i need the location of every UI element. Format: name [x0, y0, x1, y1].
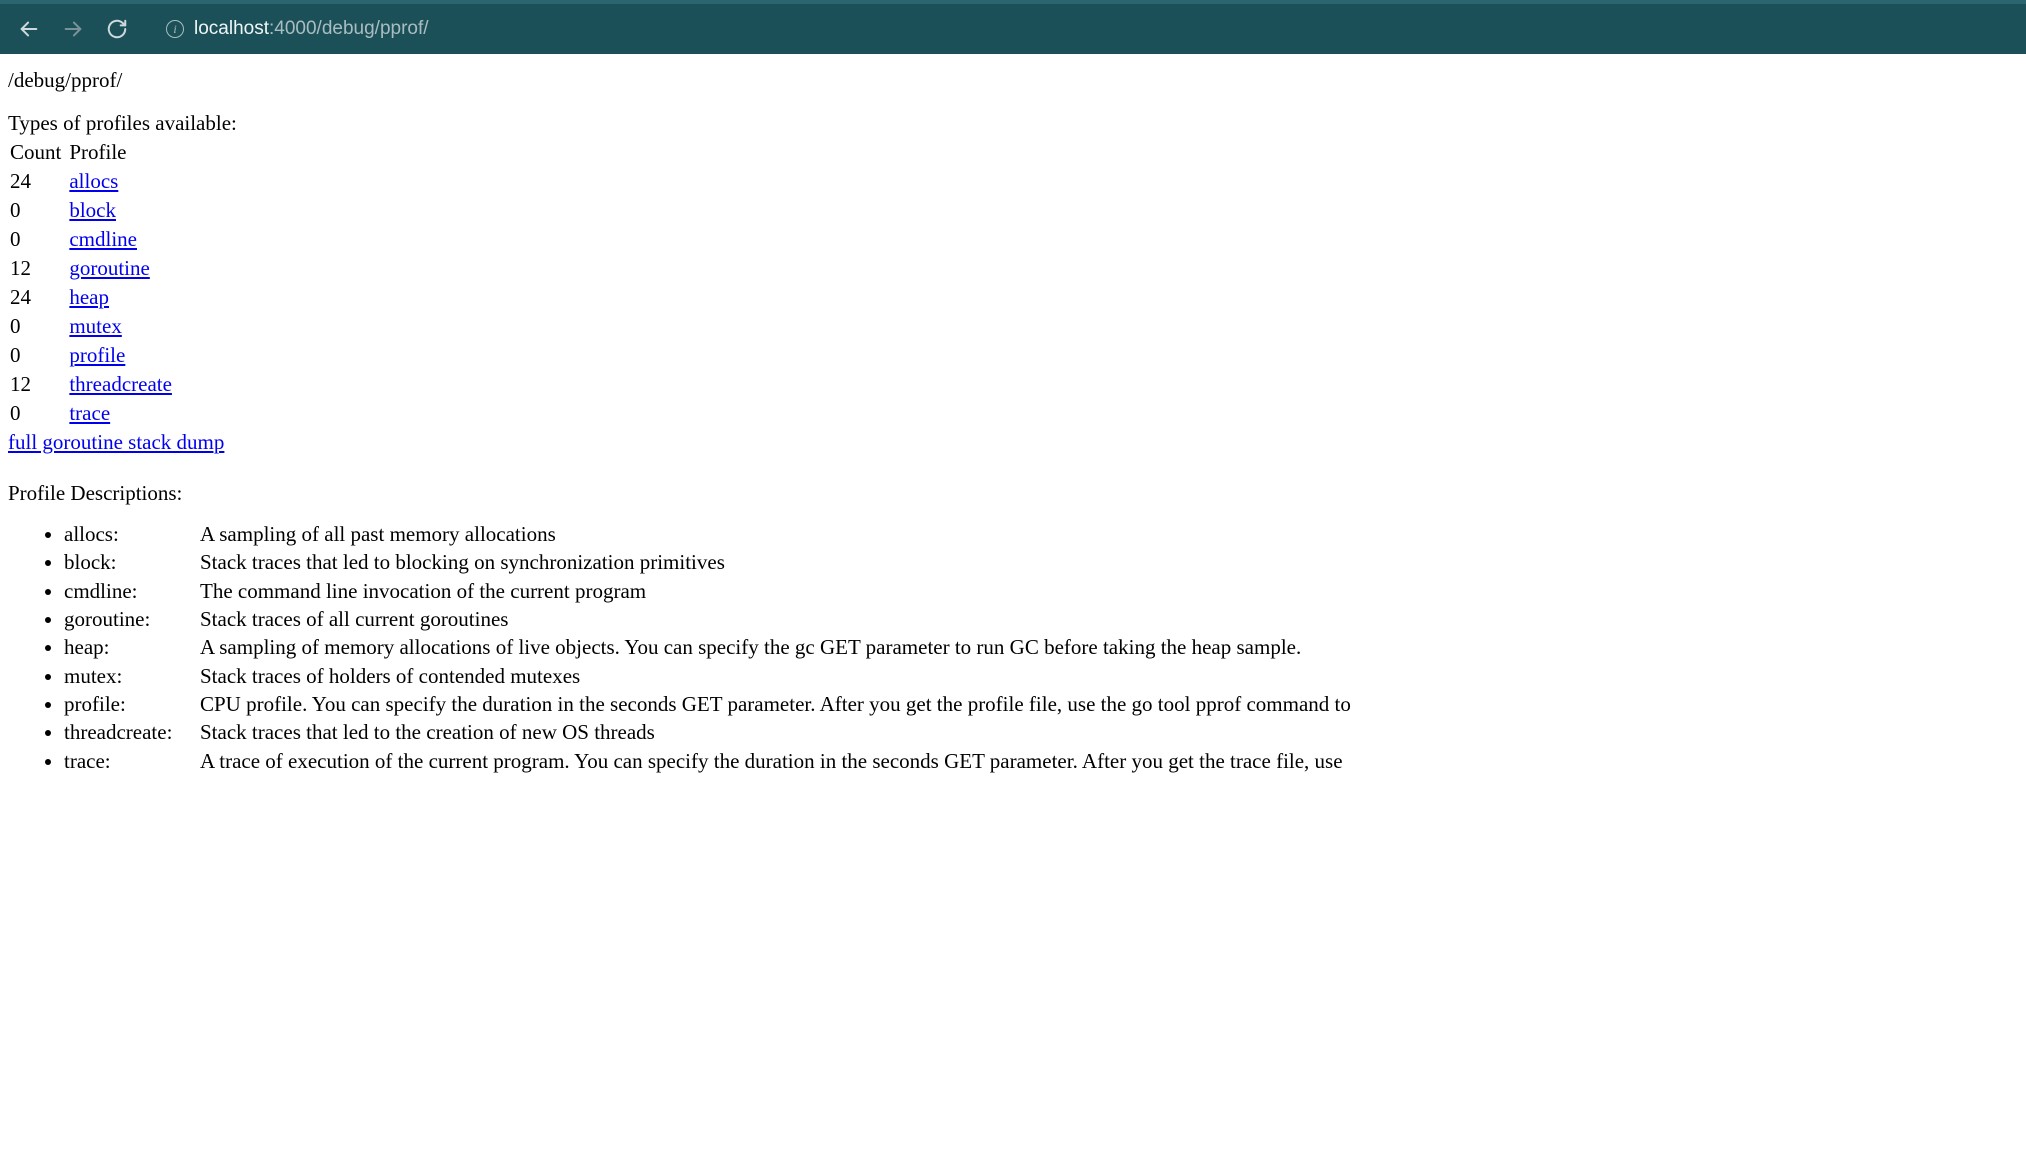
description-name: threadcreate: [64, 718, 200, 746]
description-name: mutex: [64, 662, 200, 690]
list-item: goroutine:Stack traces of all current go… [64, 605, 2018, 633]
profile-name-cell: goroutine [67, 254, 178, 283]
list-item: allocs:A sampling of all past memory all… [64, 520, 2018, 548]
description-name: block: [64, 548, 200, 576]
profile-count: 12 [8, 254, 67, 283]
list-item: cmdline:The command line invocation of t… [64, 577, 2018, 605]
url-host: localhost [194, 18, 269, 39]
header-profile: Profile [67, 138, 178, 167]
profile-name-cell: profile [67, 341, 178, 370]
description-name: goroutine: [64, 605, 200, 633]
page-content: /debug/pprof/ Types of profiles availabl… [0, 54, 2026, 795]
profile-link-heap[interactable]: heap [69, 285, 109, 309]
list-item: block:Stack traces that led to blocking … [64, 548, 2018, 576]
back-button[interactable] [14, 14, 44, 44]
url-text: localhost:4000/debug/pprof/ [194, 18, 429, 40]
full-goroutine-dump: full goroutine stack dump [8, 430, 2018, 455]
profile-name-cell: threadcreate [67, 370, 178, 399]
header-count: Count [8, 138, 67, 167]
description-text: Stack traces of holders of contended mut… [200, 664, 580, 688]
reload-icon [106, 18, 128, 40]
list-item: mutex:Stack traces of holders of contend… [64, 662, 2018, 690]
full-goroutine-dump-link[interactable]: full goroutine stack dump [8, 430, 224, 454]
list-item: trace:A trace of execution of the curren… [64, 747, 2018, 775]
profile-count: 12 [8, 370, 67, 399]
profile-name-cell: trace [67, 399, 178, 428]
table-row: 0trace [8, 399, 178, 428]
profiles-available-title: Types of profiles available: [8, 111, 2018, 136]
table-row: 12threadcreate [8, 370, 178, 399]
description-text: A sampling of all past memory allocation… [200, 522, 556, 546]
info-icon[interactable]: i [166, 20, 184, 38]
profile-link-mutex[interactable]: mutex [69, 314, 122, 338]
profile-count: 0 [8, 399, 67, 428]
arrow-right-icon [62, 18, 84, 40]
description-name: trace: [64, 747, 200, 775]
profile-link-trace[interactable]: trace [69, 401, 110, 425]
list-item: profile:CPU profile. You can specify the… [64, 690, 2018, 718]
table-row: 0profile [8, 341, 178, 370]
table-row: 0block [8, 196, 178, 225]
description-name: profile: [64, 690, 200, 718]
reload-button[interactable] [102, 14, 132, 44]
profile-link-block[interactable]: block [69, 198, 116, 222]
table-row: 24heap [8, 283, 178, 312]
browser-toolbar: i localhost:4000/debug/pprof/ [0, 0, 2026, 54]
profile-name-cell: cmdline [67, 225, 178, 254]
profile-count: 0 [8, 196, 67, 225]
profile-count: 0 [8, 312, 67, 341]
table-row: 0cmdline [8, 225, 178, 254]
profiles-table: Count Profile 24allocs0block0cmdline12go… [8, 138, 178, 428]
profile-name-cell: mutex [67, 312, 178, 341]
description-name: heap: [64, 633, 200, 661]
description-name: allocs: [64, 520, 200, 548]
description-text: A trace of execution of the current prog… [200, 749, 1343, 773]
page-path-heading: /debug/pprof/ [8, 68, 2018, 93]
description-text: CPU profile. You can specify the duratio… [200, 692, 1351, 716]
arrow-left-icon [18, 18, 40, 40]
url-path: :4000/debug/pprof/ [269, 18, 429, 39]
profile-link-threadcreate[interactable]: threadcreate [69, 372, 172, 396]
profile-name-cell: heap [67, 283, 178, 312]
table-row: 0mutex [8, 312, 178, 341]
profile-link-cmdline[interactable]: cmdline [69, 227, 137, 251]
profile-count: 24 [8, 167, 67, 196]
list-item: threadcreate:Stack traces that led to th… [64, 718, 2018, 746]
profile-count: 24 [8, 283, 67, 312]
table-row: 12goroutine [8, 254, 178, 283]
profile-link-profile[interactable]: profile [69, 343, 125, 367]
description-text: The command line invocation of the curre… [200, 579, 646, 603]
table-header-row: Count Profile [8, 138, 178, 167]
description-text: Stack traces that led to blocking on syn… [200, 550, 725, 574]
profile-count: 0 [8, 225, 67, 254]
forward-button[interactable] [58, 14, 88, 44]
profile-name-cell: allocs [67, 167, 178, 196]
profile-name-cell: block [67, 196, 178, 225]
descriptions-list: allocs:A sampling of all past memory all… [64, 520, 2018, 775]
profile-link-goroutine[interactable]: goroutine [69, 256, 149, 280]
table-row: 24allocs [8, 167, 178, 196]
description-text: Stack traces that led to the creation of… [200, 720, 655, 744]
profile-descriptions-title: Profile Descriptions: [8, 481, 2018, 506]
url-bar[interactable]: i localhost:4000/debug/pprof/ [152, 11, 2012, 47]
profile-link-allocs[interactable]: allocs [69, 169, 118, 193]
description-name: cmdline: [64, 577, 200, 605]
profile-count: 0 [8, 341, 67, 370]
list-item: heap:A sampling of memory allocations of… [64, 633, 2018, 661]
description-text: Stack traces of all current goroutines [200, 607, 508, 631]
description-text: A sampling of memory allocations of live… [200, 635, 1301, 659]
